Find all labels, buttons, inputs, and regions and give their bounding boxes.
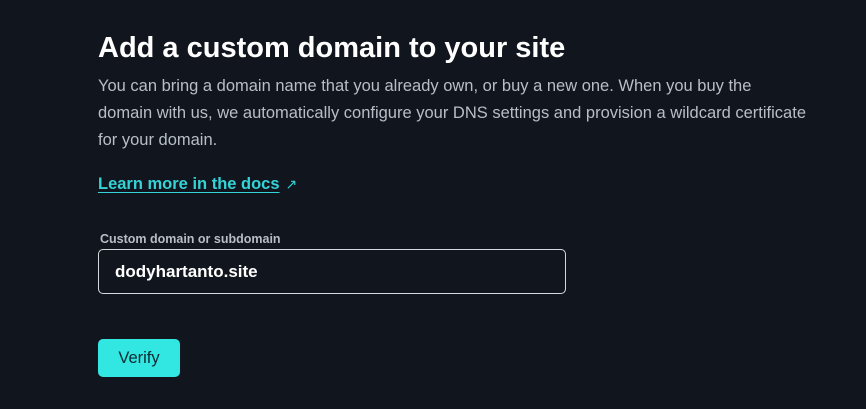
verify-button[interactable]: Verify xyxy=(98,339,180,377)
docs-link-label: Learn more in the docs xyxy=(98,175,280,193)
page-description: You can bring a domain name that you alr… xyxy=(98,77,806,149)
external-arrow-icon: ↗ xyxy=(285,176,298,192)
learn-more-docs-link[interactable]: Learn more in the docs ↗ xyxy=(98,171,297,197)
custom-domain-input[interactable] xyxy=(98,249,566,294)
domain-field-label: Custom domain or subdomain xyxy=(100,232,281,246)
page-title: Add a custom domain to your site xyxy=(98,32,566,64)
